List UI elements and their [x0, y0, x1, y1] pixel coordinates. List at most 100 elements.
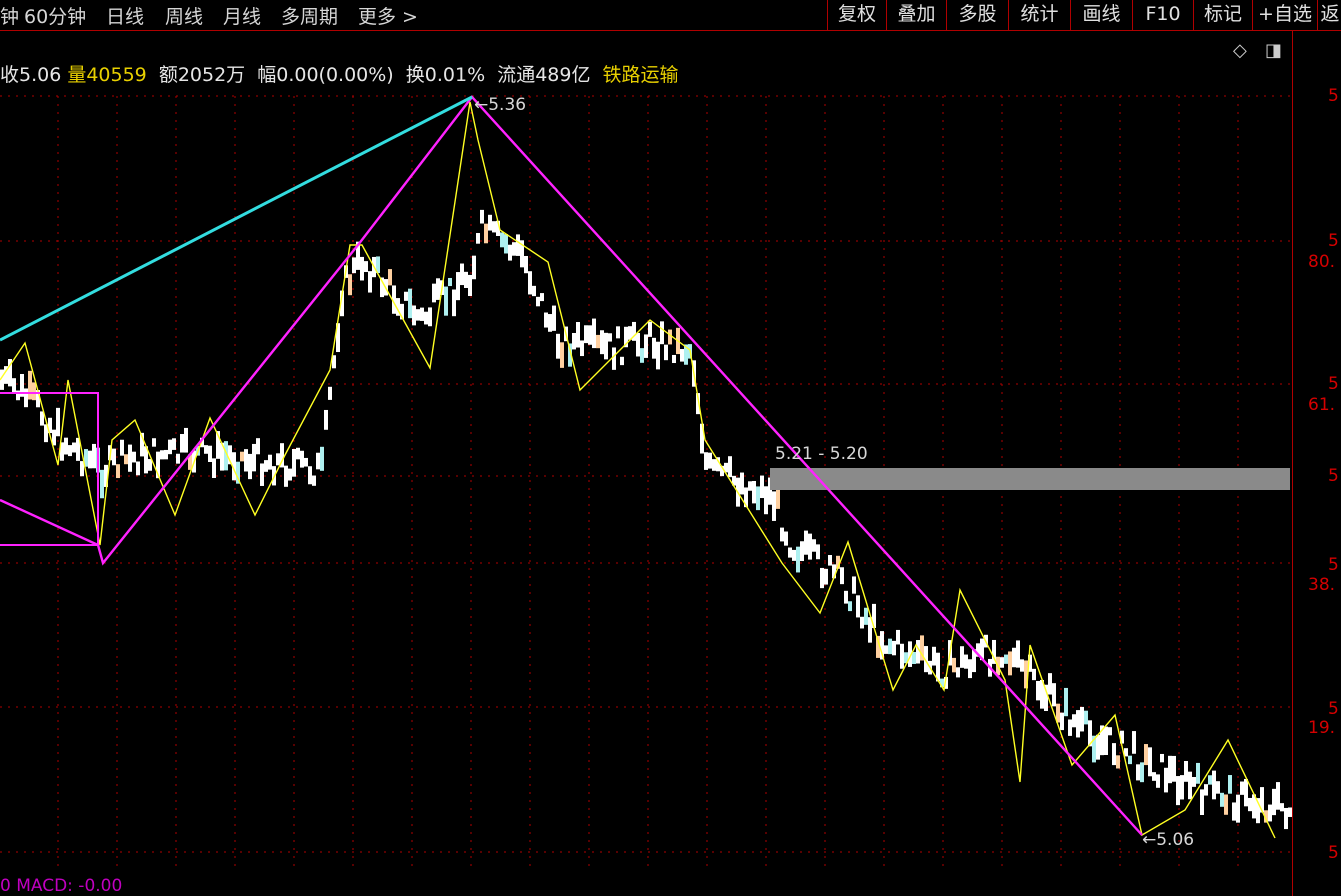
mark-button[interactable]: 标记 — [1193, 0, 1252, 30]
candle — [112, 448, 116, 466]
candle — [468, 274, 472, 297]
candle — [820, 567, 824, 589]
candle — [656, 341, 660, 370]
cyan-channel-line — [0, 95, 473, 342]
candle — [1068, 719, 1072, 736]
candle — [584, 325, 588, 344]
candle — [968, 659, 972, 679]
candle — [484, 223, 488, 244]
candle — [592, 318, 596, 349]
candle — [120, 439, 124, 456]
period-daily[interactable]: 日线 — [106, 2, 144, 29]
candle — [1076, 710, 1080, 738]
candle — [348, 274, 352, 296]
candle — [80, 461, 84, 477]
candle — [1008, 651, 1012, 676]
candle — [588, 325, 592, 345]
candle — [1224, 794, 1228, 815]
candle — [1168, 755, 1172, 784]
candle — [1164, 767, 1168, 793]
candle — [1208, 775, 1212, 785]
candle — [148, 459, 152, 471]
candle — [640, 348, 644, 363]
amount: 额2052万 — [158, 64, 246, 86]
candle — [888, 638, 892, 655]
candle — [788, 547, 792, 558]
candle — [320, 446, 324, 471]
candle — [476, 233, 480, 244]
candle — [404, 291, 408, 301]
add-watchlist-button[interactable]: +自选 — [1252, 0, 1317, 30]
candle — [1212, 770, 1216, 800]
candle — [456, 272, 460, 301]
diamond-icon[interactable]: ◇ — [1233, 40, 1247, 61]
candle — [864, 607, 868, 625]
candle — [500, 232, 504, 248]
candle — [848, 601, 852, 612]
candle — [956, 667, 960, 678]
candle — [648, 321, 652, 337]
candle — [248, 453, 252, 480]
sector-link[interactable]: 铁路运输 — [603, 64, 679, 86]
candlestick-chart[interactable] — [0, 0, 1341, 896]
candle — [1188, 771, 1192, 800]
candle — [1036, 680, 1040, 701]
candle — [572, 332, 576, 350]
candle — [172, 438, 176, 450]
candle — [556, 333, 560, 359]
candle — [912, 651, 916, 665]
axis-label: 5 — [1328, 466, 1339, 486]
period-weekly[interactable]: 周线 — [165, 2, 203, 29]
candle — [1216, 781, 1220, 794]
candle — [1176, 776, 1180, 806]
candle — [760, 475, 764, 499]
candle — [540, 293, 544, 302]
period-minute[interactable]: 钟 — [0, 2, 19, 29]
candle — [660, 321, 664, 345]
candle — [884, 645, 888, 654]
candle — [464, 271, 468, 288]
candle — [508, 244, 512, 261]
candle — [1052, 683, 1056, 707]
candle — [668, 329, 672, 345]
axis-label: 5 — [1328, 843, 1339, 863]
candle — [68, 445, 72, 457]
candle — [416, 309, 420, 321]
candle — [1272, 788, 1276, 816]
candle — [812, 539, 816, 552]
axis-label: 80. — [1308, 252, 1336, 272]
candle — [88, 450, 92, 469]
panel-toggle-icon[interactable]: ◨ — [1265, 40, 1282, 61]
period-monthly[interactable]: 月线 — [223, 2, 261, 29]
candle — [488, 214, 492, 231]
candle — [1060, 712, 1064, 731]
period-60min[interactable]: 60分钟 — [24, 2, 86, 29]
candle — [1112, 743, 1116, 766]
f10-button[interactable]: F10 — [1132, 0, 1193, 30]
candle — [524, 255, 528, 274]
candle — [856, 595, 860, 618]
statistics-button[interactable]: 统计 — [1008, 0, 1070, 30]
period-more[interactable]: 更多 > — [358, 2, 418, 29]
candle — [444, 286, 448, 316]
candle — [800, 541, 804, 562]
candle — [64, 437, 68, 455]
candle — [1284, 807, 1288, 830]
back-button[interactable]: 返 — [1317, 0, 1341, 30]
draw-line-button[interactable]: 画线 — [1070, 0, 1132, 30]
restore-rights-button[interactable]: 复权 — [827, 0, 886, 30]
multi-stock-button[interactable]: 多股 — [946, 0, 1008, 30]
candle — [1180, 775, 1184, 800]
period-multi[interactable]: 多周期 — [281, 2, 338, 29]
candle — [808, 533, 812, 560]
candle — [324, 409, 328, 430]
candle — [316, 452, 320, 470]
candle — [472, 255, 476, 280]
change: 幅0.00(0.00%) — [257, 64, 394, 86]
candle — [1160, 753, 1164, 763]
candle — [116, 464, 120, 479]
overlay-button[interactable]: 叠加 — [886, 0, 946, 30]
candle — [1096, 734, 1100, 760]
price-zone-box — [770, 468, 1290, 490]
low-price-label: ←5.06 — [1142, 830, 1195, 850]
